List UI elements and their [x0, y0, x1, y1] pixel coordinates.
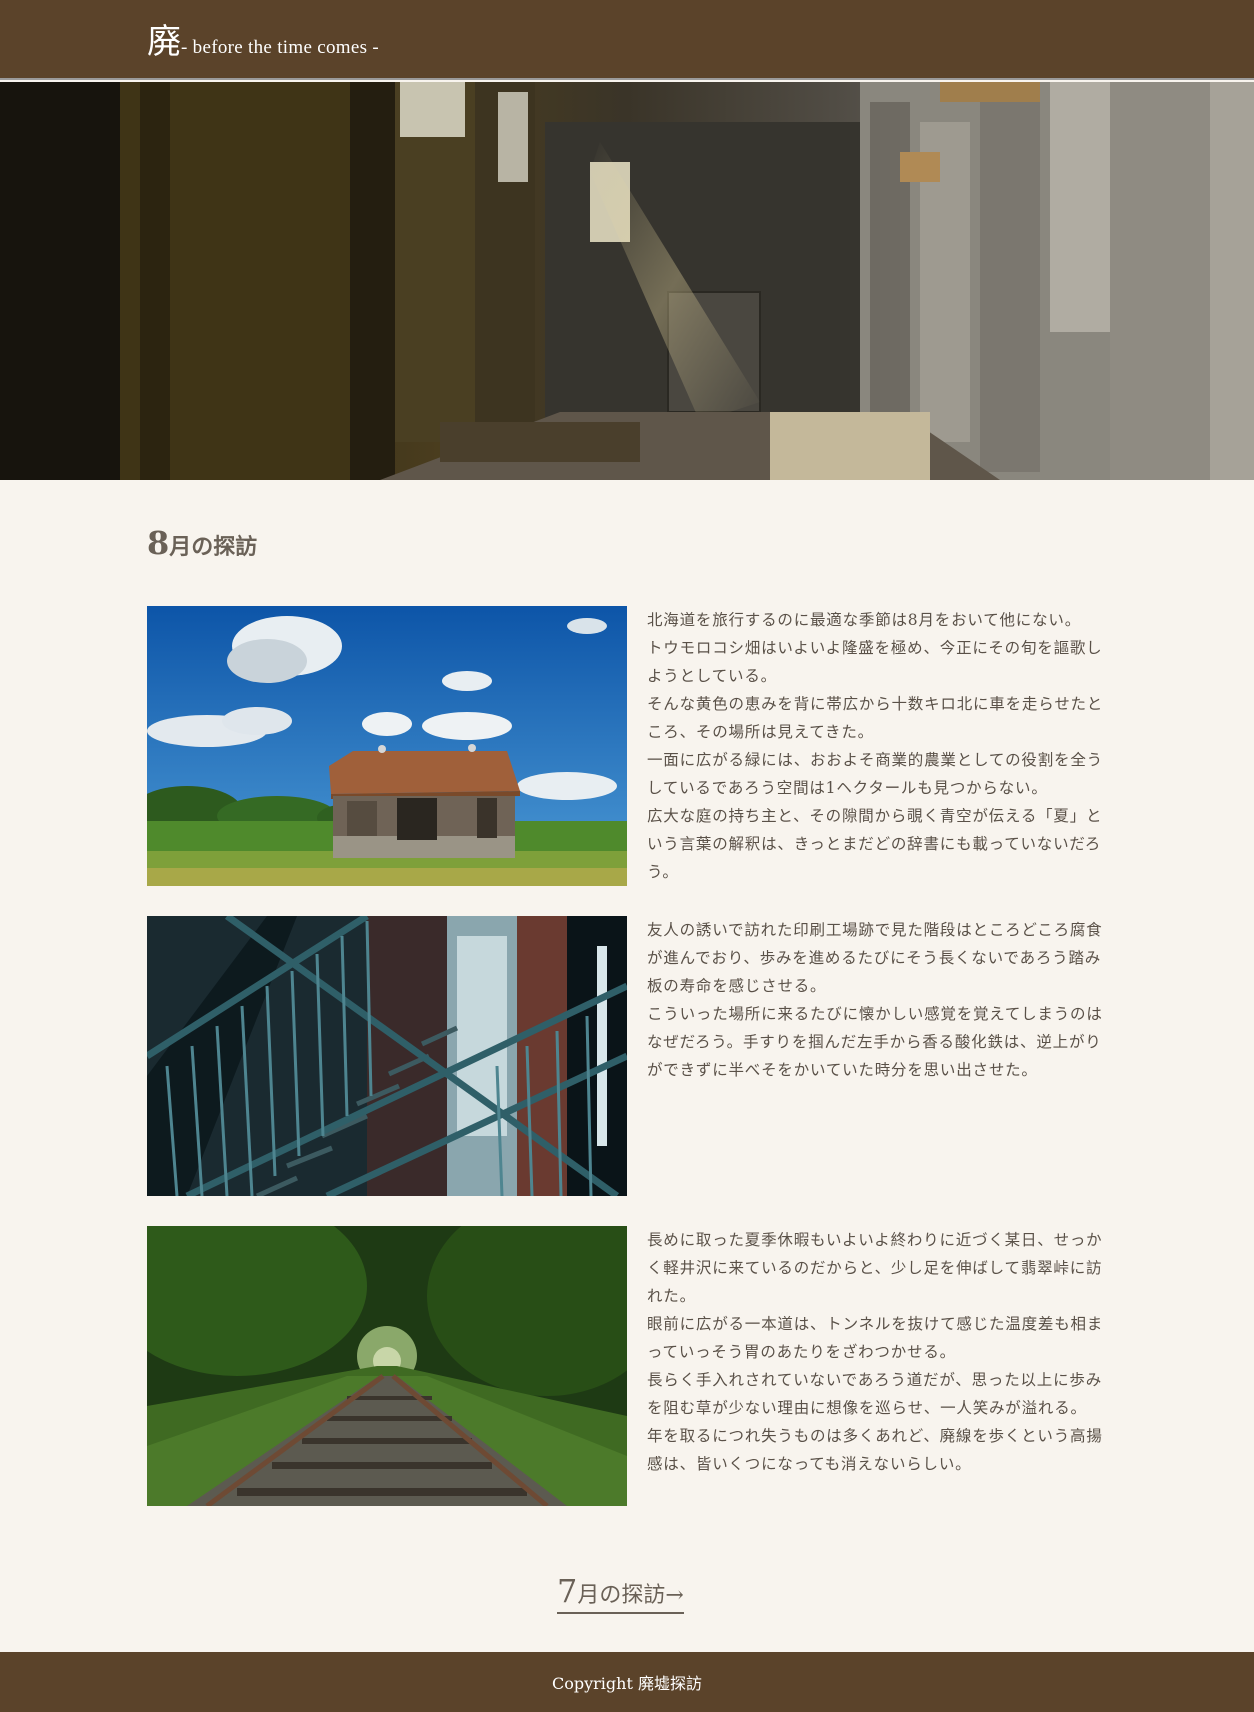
entry-paragraph: 一面に広がる緑には、おおよそ商業的農業としての役割を全うしているであろう空間は1… [647, 751, 1103, 797]
site-header: 廃 - before the time comes - [0, 0, 1254, 80]
entry-paragraph: 友人の誘いで訪れた印刷工場跡で見た階段はところどころ腐食が進んでおり、歩みを進め… [647, 921, 1103, 995]
railway-photo [147, 1226, 627, 1506]
entry-paragraph: 北海道を旅行するのに最適な季節は8月をおいて他にない。 [647, 611, 1081, 629]
entry-paragraph: トウモロコシ畑はいよいよ隆盛を極め、今正にその旬を謳歌しようとしている。 [647, 639, 1103, 685]
entry-paragraph: 眼前に広がる一本道は、トンネルを抜けて感じた温度差も相まっていっそう胃のあたりを… [647, 1315, 1104, 1361]
entry-paragraph: 長めに取った夏季休暇もいよいよ終わりに近づく某日、せっかく軽井沢に来ているのだか… [647, 1231, 1103, 1305]
barn-photo [147, 606, 627, 886]
copyright-text: Copyright 廃墟探訪 [552, 1674, 702, 1693]
logo-kanji: 廃 [147, 22, 181, 62]
entry-paragraph: そんな黄色の恵みを背に帯広から十数キロ北に車を走らせたところ、その場所は見えてき… [647, 695, 1104, 741]
entry-railway: 長めに取った夏季休暇もいよいよ終わりに近づく某日、せっかく軽井沢に来ているのだか… [147, 1226, 1107, 1506]
entry-staircase: 友人の誘いで訪れた印刷工場跡で見た階段はところどころ腐食が進んでおり、歩みを進め… [147, 916, 1107, 1196]
section-title: 8月の探訪 [147, 524, 257, 562]
next-link-text: 月の探訪→ [577, 1583, 684, 1608]
entry-paragraph: 長らく手入れされていないであろう道だが、思った以上に歩みを阻む草が少ない理由に想… [647, 1371, 1103, 1473]
entry-paragraph: こういった場所に来るたびに懐かしい感覚を覚えてしまうのはなぜだろう。手すりを掴ん… [647, 1005, 1103, 1079]
site-logo[interactable]: 廃 - before the time comes - [147, 14, 379, 63]
entry-barn: 北海道を旅行するのに最適な季節は8月をおいて他にない。 トウモロコシ畑はいよいよ… [147, 606, 1107, 886]
logo-tagline: - before the time comes - [181, 37, 379, 58]
next-month-link[interactable]: 7月の探訪→ [557, 1572, 684, 1614]
staircase-photo [147, 916, 627, 1196]
site-footer: Copyright 廃墟探訪 [0, 1652, 1254, 1712]
section-title-number: 8 [147, 524, 170, 562]
entry-paragraph: 広大な庭の持ち主と、その隙間から覗く青空が伝える「夏」という言葉の解釈は、きっと… [647, 807, 1103, 881]
next-link-number: 7 [557, 1572, 578, 1610]
entry-railway-text: 長めに取った夏季休暇もいよいよ終わりに近づく某日、せっかく軽井沢に来ているのだか… [647, 1226, 1107, 1478]
entry-staircase-text: 友人の誘いで訪れた印刷工場跡で見た階段はところどころ腐食が進んでおり、歩みを進め… [647, 916, 1107, 1084]
entry-barn-text: 北海道を旅行するのに最適な季節は8月をおいて他にない。 トウモロコシ畑はいよいよ… [647, 606, 1107, 886]
section-title-text: 月の探訪 [169, 534, 258, 560]
hero-image [0, 82, 1254, 480]
